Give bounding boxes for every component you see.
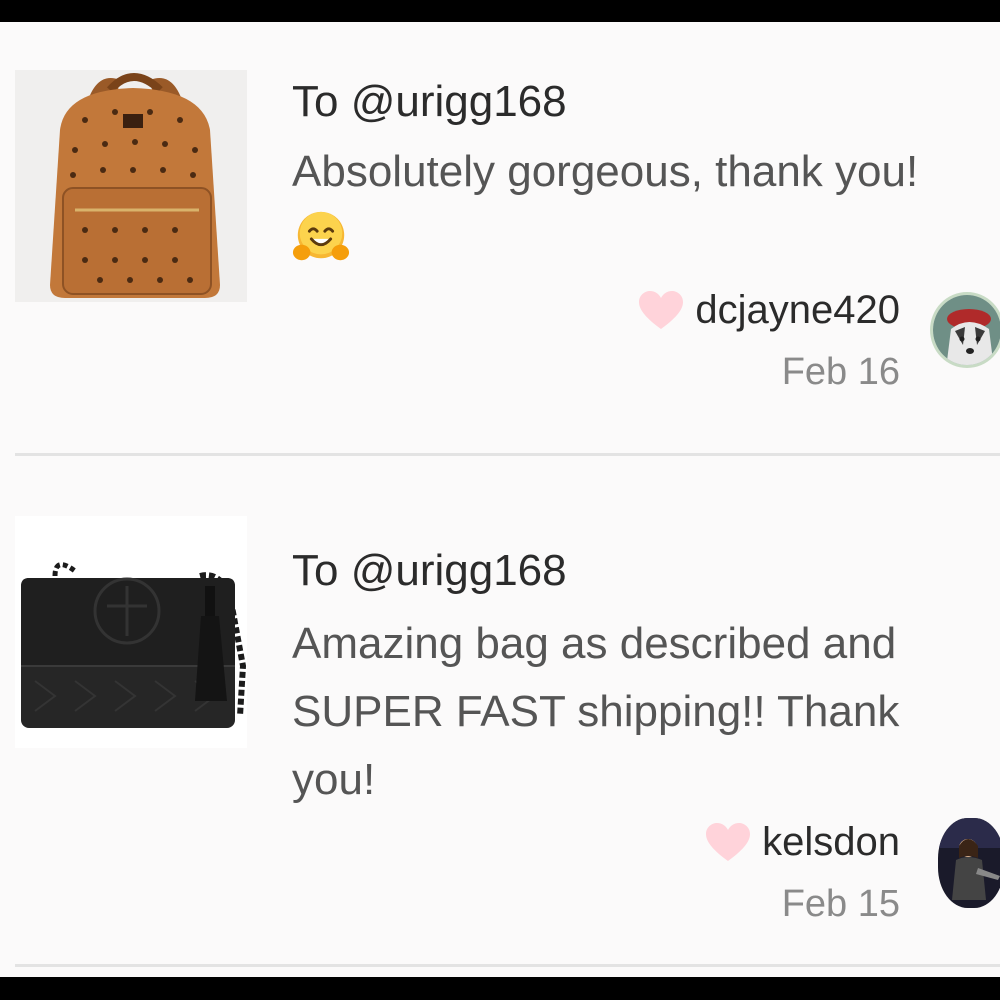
reviewer-avatar[interactable] (938, 818, 1000, 908)
review-recipient[interactable]: To @urigg168 (292, 77, 567, 127)
review-meta: dcjayne420 Feb 16 (639, 288, 900, 394)
heart-icon[interactable] (706, 822, 751, 863)
review-card: To @urigg168 Amazing bag as described an… (0, 458, 1000, 968)
divider (15, 453, 1000, 456)
reviews-feed: To @urigg168 Absolutely gorgeous, thank … (0, 22, 1000, 977)
review-date: Feb 15 (781, 883, 900, 925)
hugging-face-icon (292, 211, 350, 261)
review-comment-text: Absolutely gorgeous, thank you! (292, 147, 919, 196)
review-meta: kelsdon Feb 15 (706, 820, 900, 926)
product-image-backpack[interactable] (15, 70, 247, 302)
reviewer-row: dcjayne420 (639, 288, 900, 333)
review-recipient[interactable]: To @urigg168 (292, 546, 567, 596)
review-card: To @urigg168 Absolutely gorgeous, thank … (0, 22, 1000, 455)
reviewer-avatar[interactable] (930, 292, 1000, 368)
review-comment: Absolutely gorgeous, thank you! (292, 138, 942, 274)
divider (15, 964, 1000, 967)
reviewer-row: kelsdon (706, 820, 900, 865)
heart-icon[interactable] (639, 290, 684, 331)
product-image-crossbody-bag[interactable] (15, 516, 247, 748)
reviewer-username[interactable]: kelsdon (762, 820, 900, 865)
review-date: Feb 16 (781, 351, 900, 393)
reviewer-username[interactable]: dcjayne420 (695, 288, 900, 333)
review-comment: Amazing bag as described and SUPER FAST … (292, 619, 900, 804)
